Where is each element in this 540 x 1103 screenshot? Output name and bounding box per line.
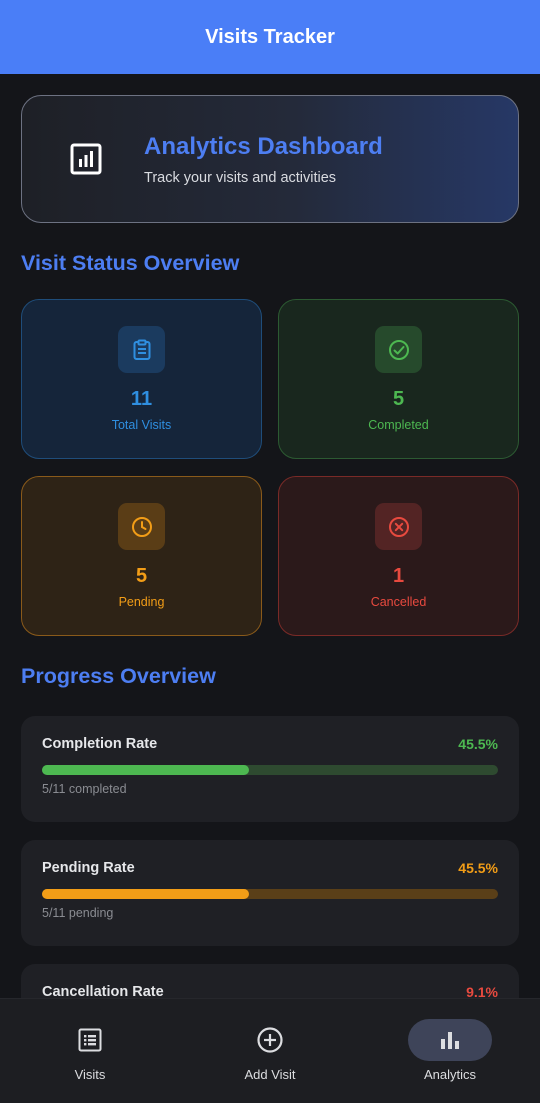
completion-rate-value: 45.5%	[458, 736, 498, 752]
main-content[interactable]: Analytics Dashboard Track your visits an…	[0, 74, 540, 998]
pending-rate-title: Pending Rate	[42, 860, 135, 876]
app-title: Visits Tracker	[205, 25, 335, 48]
pending-rate-track	[42, 889, 498, 899]
analytics-header-card: Analytics Dashboard Track your visits an…	[21, 95, 519, 223]
hero-text: Analytics Dashboard Track your visits an…	[144, 133, 383, 186]
nav-visits-indicator	[48, 1019, 132, 1061]
completed-icon-box	[375, 326, 422, 373]
pending-rate-detail: 5/11 pending	[42, 906, 114, 920]
total-visits-label: Total Visits	[111, 418, 172, 432]
add-circle-icon	[257, 1027, 283, 1053]
stat-card-total-visits[interactable]: 11 Total Visits	[21, 299, 262, 459]
nav-analytics-active-indicator	[408, 1019, 492, 1061]
check-circle-icon	[388, 339, 409, 360]
completion-rate-track	[42, 765, 498, 775]
hero-title: Analytics Dashboard	[144, 132, 383, 160]
nav-add-visit-indicator	[228, 1019, 312, 1061]
stat-card-completed[interactable]: 5 Completed	[278, 299, 519, 459]
stat-card-pending[interactable]: 5 Pending	[21, 476, 262, 636]
cancellation-rate-card: Cancellation Rate 9.1%	[21, 964, 519, 998]
cancelled-icon-box	[375, 503, 422, 550]
cancellation-rate-value: 9.1%	[466, 984, 498, 998]
completed-value: 5	[392, 388, 405, 410]
cancellation-rate-title: Cancellation Rate	[42, 984, 164, 998]
completion-rate-detail: 5/11 completed	[42, 782, 127, 796]
pending-label: Pending	[118, 595, 165, 609]
completion-rate-title: Completion Rate	[42, 736, 158, 752]
clipboard-icon	[133, 339, 150, 360]
total-visits-icon-box	[118, 326, 165, 373]
pending-value: 5	[135, 565, 148, 587]
stat-card-cancelled[interactable]: 1 Cancelled	[278, 476, 519, 636]
pending-rate-fill	[42, 889, 250, 899]
analytics-chart-icon	[70, 143, 102, 175]
pending-rate-card: Pending Rate 45.5% 5/11 pending	[21, 840, 519, 946]
nav-analytics-label: Analytics	[423, 1067, 477, 1082]
nav-add-visit-label: Add Visit	[244, 1067, 296, 1082]
nav-item-add-visit[interactable]: Add Visit	[180, 999, 360, 1103]
nav-item-analytics[interactable]: Analytics	[360, 999, 540, 1103]
total-visits-value: 11	[130, 388, 153, 410]
cancelled-label: Cancelled	[370, 595, 427, 609]
bottom-navigation: Visits Add Visit Analytics	[0, 998, 540, 1103]
cancelled-value: 1	[392, 565, 405, 587]
app-bar: Visits Tracker	[0, 0, 540, 74]
pending-icon-box	[118, 503, 165, 550]
list-icon	[78, 1028, 102, 1052]
clock-icon	[131, 516, 152, 537]
completed-label: Completed	[368, 418, 429, 432]
cancel-circle-icon	[388, 516, 409, 537]
nav-item-visits[interactable]: Visits	[0, 999, 180, 1103]
progress-section-title: Progress Overview	[21, 664, 216, 688]
hero-subtitle: Track your visits and activities	[144, 169, 337, 186]
status-section-title: Visit Status Overview	[21, 251, 240, 275]
pending-rate-value: 45.5%	[458, 860, 498, 876]
completion-rate-fill	[42, 765, 250, 775]
nav-visits-label: Visits	[74, 1067, 106, 1082]
completion-rate-card: Completion Rate 45.5% 5/11 completed	[21, 716, 519, 822]
bar-chart-icon	[441, 1032, 459, 1049]
